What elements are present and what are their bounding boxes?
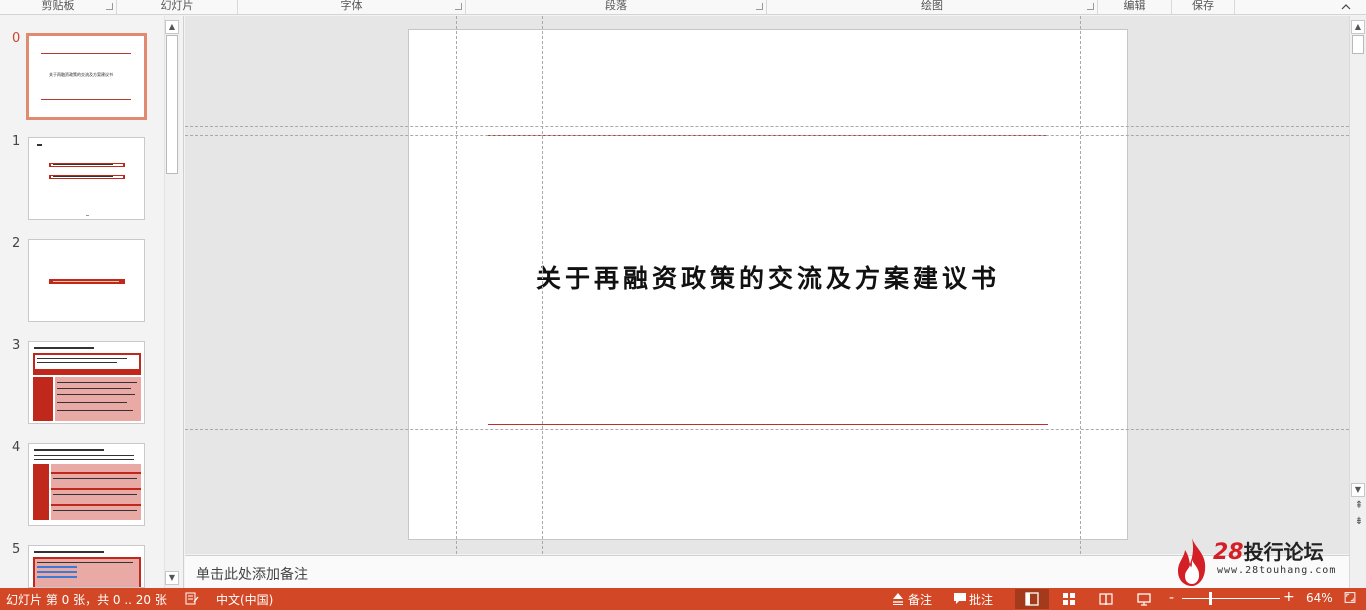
slide-sorter-icon <box>1063 593 1075 605</box>
reading-view-icon <box>1099 593 1113 606</box>
ribbon-group-clipboard: 剪贴板 <box>0 0 117 14</box>
zoom-in-button[interactable]: + <box>1283 589 1295 605</box>
slide-thumbnail-3[interactable] <box>28 341 145 424</box>
slide-editor: 关于再融资政策的交流及方案建议书 <box>185 16 1349 554</box>
horizontal-guide[interactable] <box>185 429 1349 430</box>
notes-toggle-button[interactable]: 备注 <box>908 591 932 608</box>
vertical-guide[interactable] <box>1080 16 1081 554</box>
editor-scrollbar[interactable]: ▲ ▼ ⇞ ⇟ <box>1349 16 1366 588</box>
fit-to-window-icon[interactable] <box>1343 591 1357 604</box>
zoom-slider-thumb[interactable] <box>1209 592 1212 605</box>
zoom-level[interactable]: 64% <box>1306 591 1333 605</box>
dialog-launcher-icon[interactable] <box>455 3 462 10</box>
normal-view-icon <box>1025 592 1039 606</box>
editor-scrollbar-thumb[interactable] <box>1352 35 1364 54</box>
scroll-down-icon[interactable]: ▼ <box>1351 483 1365 497</box>
ribbon-group-label: 保存 <box>1192 0 1214 12</box>
next-slide-icon[interactable]: ⇟ <box>1353 517 1365 529</box>
brand-name: 28投行论坛 <box>1213 536 1324 565</box>
brand-text: 投行论坛 <box>1243 540 1324 564</box>
ribbon-group-labels: 剪贴板 幻灯片 字体 段落 绘图 编辑 保存 <box>0 0 1366 15</box>
collapse-ribbon-icon[interactable] <box>1340 2 1352 12</box>
zoom-slider[interactable] <box>1182 598 1280 599</box>
slide-thumbnail-0[interactable]: 关于再融资政策的交流及方案建议书 <box>26 33 147 120</box>
previous-slide-icon[interactable]: ⇞ <box>1353 501 1365 513</box>
thumbnail-number: 5 <box>12 542 21 557</box>
language-status[interactable]: 中文(中国) <box>216 591 273 608</box>
slide-thumbnail-4[interactable] <box>28 443 145 526</box>
thumbnail-number: 3 <box>12 338 21 353</box>
slide-thumbnail-2[interactable] <box>28 239 145 322</box>
ribbon-group-slides: 幻灯片 <box>117 0 238 14</box>
ribbon-group-label: 绘图 <box>921 0 943 12</box>
slide-thumbnail-1[interactable] <box>28 137 145 220</box>
reading-view-button[interactable] <box>1089 589 1123 609</box>
zoom-out-button[interactable]: - <box>1169 590 1174 606</box>
horizontal-guide[interactable] <box>185 126 1349 127</box>
spell-check-icon[interactable] <box>185 592 199 605</box>
ribbon-group-font: 字体 <box>238 0 466 14</box>
flame-icon <box>1178 538 1206 586</box>
slide-sorter-view-button[interactable] <box>1052 589 1086 609</box>
ribbon-group-drawing: 绘图 <box>767 0 1098 14</box>
dialog-launcher-icon[interactable] <box>106 3 113 10</box>
vertical-guide[interactable] <box>456 16 457 554</box>
slide-bottom-rule <box>488 424 1048 425</box>
ribbon-group-label: 段落 <box>605 0 627 12</box>
comments-icon[interactable] <box>953 592 967 605</box>
dialog-launcher-icon[interactable] <box>1087 3 1094 10</box>
slide-thumbnails-pane: 0 关于再融资政策的交流及方案建议书 1 2 3 4 5 ▲ ▼ <box>0 16 184 588</box>
slide-title[interactable]: 关于再融资政策的交流及方案建议书 <box>409 259 1127 295</box>
slide-thumbnail-5[interactable] <box>28 545 145 588</box>
ribbon-group-label: 幻灯片 <box>160 0 194 12</box>
scroll-up-icon[interactable]: ▲ <box>165 20 179 34</box>
brand-number: 28 <box>1213 540 1244 565</box>
thumbnail-number: 4 <box>12 440 21 455</box>
slideshow-view-button[interactable] <box>1127 589 1161 609</box>
ribbon-group-save: 保存 <box>1172 0 1235 14</box>
ribbon-group-label: 编辑 <box>1123 0 1146 12</box>
ribbon-group-editing: 编辑 <box>1098 0 1172 14</box>
slideshow-icon <box>1137 593 1151 606</box>
slide-count-status: 幻灯片 第 0 张，共 0 .. 20 张 <box>6 593 167 607</box>
thumbnail-number: 1 <box>12 134 21 149</box>
thumbnails-scrollbar-thumb[interactable] <box>166 35 178 174</box>
notes-toggle-icon[interactable] <box>891 592 905 605</box>
thumbnail-number: 2 <box>12 236 21 251</box>
status-bar: 幻灯片 第 0 张，共 0 .. 20 张 中文(中国) 备注 批注 - + 6… <box>0 588 1366 610</box>
thumbnail-number: 0 <box>12 31 21 46</box>
notes-pane[interactable]: 单击此处添加备注 28投行论坛 www.28touhang.com <box>185 538 1349 588</box>
ribbon-group-paragraph: 段落 <box>466 0 767 14</box>
brand-url: www.28touhang.com <box>1217 565 1337 576</box>
scroll-up-icon[interactable]: ▲ <box>1351 20 1365 34</box>
normal-view-button[interactable] <box>1015 589 1049 609</box>
horizontal-guide[interactable] <box>185 135 1349 136</box>
thumbnail-title-text: 关于再融资政策的交流及方案建议书 <box>49 72 113 77</box>
scroll-down-icon[interactable]: ▼ <box>165 571 179 585</box>
ribbon-group-label: 剪贴板 <box>41 0 75 12</box>
powerpoint-window: 剪贴板 幻灯片 字体 段落 绘图 编辑 保存 0 关于再融资政策的交流及方案建议… <box>0 0 1366 610</box>
ribbon-group-label: 字体 <box>340 0 363 12</box>
current-slide[interactable]: 关于再融资政策的交流及方案建议书 <box>408 29 1128 540</box>
watermark-logo: 28投行论坛 www.28touhang.com <box>1173 536 1343 588</box>
comments-button[interactable]: 批注 <box>969 591 993 608</box>
vertical-guide[interactable] <box>542 16 543 554</box>
dialog-launcher-icon[interactable] <box>756 3 763 10</box>
notes-placeholder[interactable]: 单击此处添加备注 <box>196 564 308 584</box>
